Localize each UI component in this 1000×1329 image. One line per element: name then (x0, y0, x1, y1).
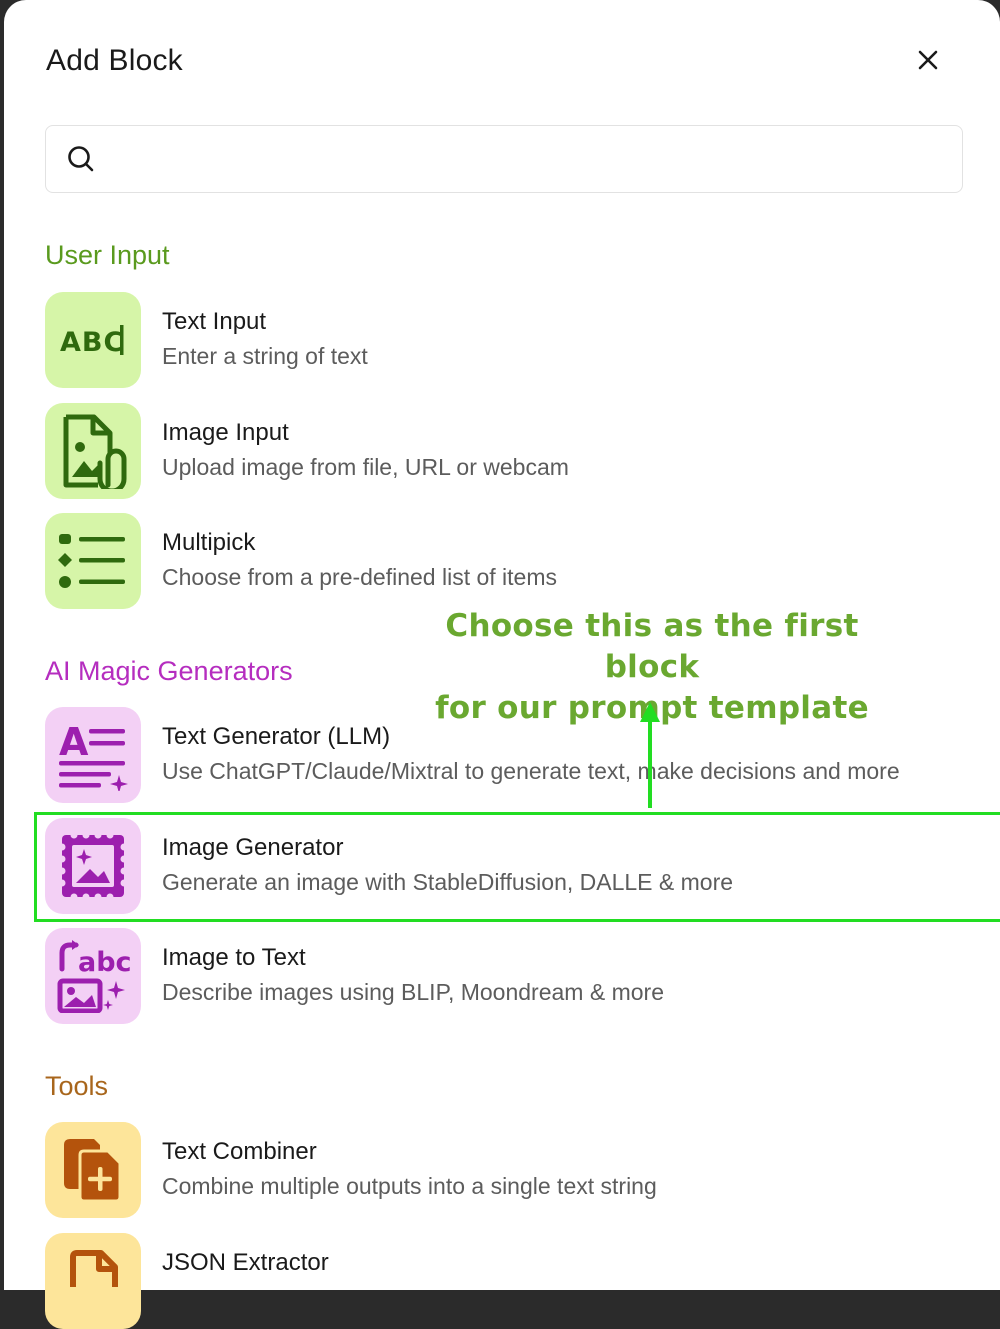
block-title: Text Combiner (162, 1138, 317, 1165)
block-item-multipick[interactable]: Multipick Choose from a pre-defined list… (45, 513, 965, 609)
block-description: Choose from a pre-defined list of items (162, 564, 558, 590)
block-item-text-combiner[interactable]: Text Combiner Combine multiple outputs i… (45, 1122, 965, 1218)
list-icon (45, 513, 141, 609)
close-button[interactable] (910, 42, 946, 78)
text-sparkle-icon: A (45, 707, 141, 803)
search-icon (68, 146, 94, 172)
block-description: Upload image from file, URL or webcam (162, 454, 569, 480)
block-item-image-input[interactable]: Image Input Upload image from file, URL … (45, 403, 965, 499)
block-description: Describe images using BLIP, Moondream & … (162, 979, 664, 1005)
add-block-dialog: Add Block User Input ABC Text Input Ente… (4, 0, 1000, 1329)
abc-text-icon: ABC (45, 292, 141, 388)
highlight-box (34, 812, 1000, 922)
block-title: Image to Text (162, 944, 306, 971)
image-attachment-icon (45, 403, 141, 499)
image-to-text-icon: abc (45, 928, 141, 1024)
section-title-ai-magic: AI Magic Generators (45, 656, 293, 686)
annotation-line-1: Choose this as the first block (445, 608, 859, 685)
block-description: Combine multiple outputs into a single t… (162, 1173, 657, 1199)
block-description: Enter a string of text (162, 343, 368, 369)
block-item-json-extractor[interactable]: JSON Extractor (45, 1233, 965, 1329)
svg-text:A: A (59, 720, 89, 764)
block-title: Image Input (162, 419, 289, 446)
block-title: Multipick (162, 529, 256, 556)
section-title-tools: Tools (45, 1071, 109, 1101)
block-title: Text Input (162, 308, 267, 335)
block-title: Text Generator (LLM) (162, 723, 391, 750)
svg-text:ABC: ABC (60, 327, 124, 358)
document-icon (45, 1233, 141, 1329)
block-item-text-input[interactable]: ABC Text Input Enter a string of text (45, 292, 965, 388)
svg-text:abc: abc (78, 947, 130, 978)
dialog-title: Add Block (46, 44, 183, 77)
section-title-user-input: User Input (45, 240, 170, 270)
search-input[interactable] (108, 125, 962, 193)
annotation-arrow-icon (640, 702, 660, 808)
block-title: JSON Extractor (162, 1249, 329, 1276)
search-box[interactable] (45, 125, 963, 193)
close-icon (918, 50, 938, 70)
block-description: Use ChatGPT/Claude/Mixtral to generate t… (162, 758, 900, 784)
copy-plus-icon (45, 1122, 141, 1218)
block-item-image-to-text[interactable]: abc Image to Text Describe images using … (45, 928, 965, 1024)
